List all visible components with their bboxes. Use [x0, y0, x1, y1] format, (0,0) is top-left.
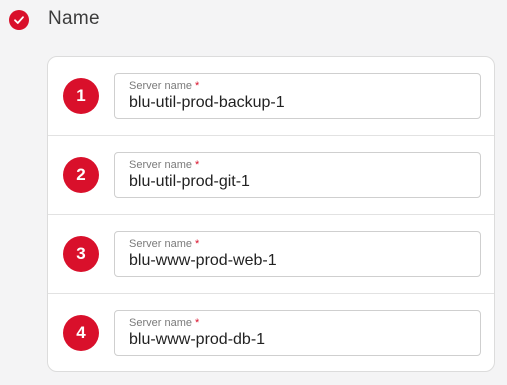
server-name-input[interactable]: [129, 173, 469, 191]
server-name-input[interactable]: [129, 94, 469, 112]
server-name-input[interactable]: [129, 331, 469, 349]
server-row: 3 Server name *: [48, 215, 494, 294]
required-asterisk: *: [194, 159, 200, 171]
server-name-field[interactable]: Server name *: [114, 152, 481, 198]
server-name-field[interactable]: Server name *: [114, 310, 481, 356]
check-icon: [9, 10, 29, 30]
server-name-label: Server name *: [129, 317, 200, 329]
server-row: 2 Server name *: [48, 136, 494, 215]
required-asterisk: *: [194, 80, 200, 92]
server-names-card: 1 Server name* 2 Server name* 3 Server n…: [47, 56, 495, 372]
server-name-field[interactable]: Server name *: [114, 231, 481, 277]
required-asterisk: *: [194, 317, 200, 329]
server-name-label: Server name *: [129, 80, 200, 92]
server-name-field[interactable]: Server name *: [114, 73, 481, 119]
server-row: 4 Server name *: [48, 294, 494, 371]
step-title: Name: [48, 8, 100, 29]
server-name-input[interactable]: [129, 252, 469, 270]
server-number-badge: 1: [63, 78, 99, 114]
step-header: Name: [0, 0, 507, 40]
server-number-badge: 3: [63, 236, 99, 272]
server-number-badge: 4: [63, 315, 99, 351]
required-asterisk: *: [194, 238, 200, 250]
server-name-label: Server name *: [129, 238, 200, 250]
server-row: 1 Server name *: [48, 57, 494, 136]
server-name-label: Server name *: [129, 159, 200, 171]
server-number-badge: 2: [63, 157, 99, 193]
